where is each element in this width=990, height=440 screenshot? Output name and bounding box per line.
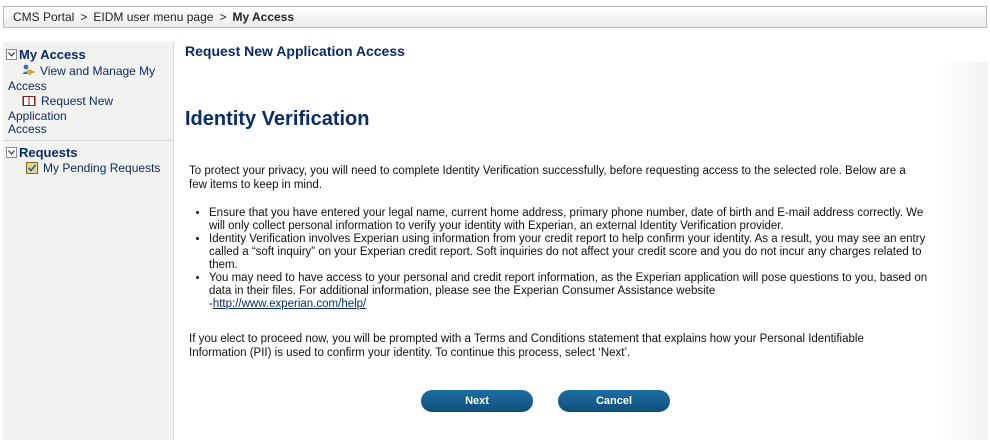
cancel-button[interactable]: Cancel	[558, 390, 670, 412]
breadcrumb: CMS Portal > EIDM user menu page > My Access	[3, 6, 987, 28]
breadcrumb-link-eidm-menu[interactable]: EIDM user menu page	[93, 10, 213, 24]
sidebar-section-requests[interactable]: Requests	[6, 144, 170, 160]
sidebar-section-title: My Access	[19, 46, 86, 62]
list-item: Identity Verification involves Experian …	[209, 233, 937, 272]
list-item-text: You may need to have access to your pers…	[209, 272, 928, 297]
sidebar-item-label: View and Manage My	[40, 64, 156, 78]
book-icon	[22, 95, 36, 110]
sidebar-item-pending-requests[interactable]: My Pending Requests	[8, 162, 169, 177]
page-title: Request New Application Access	[185, 43, 405, 59]
sidebar-item-label: Access	[8, 122, 47, 136]
next-button[interactable]: Next	[421, 390, 533, 412]
breadcrumb-link-cms-portal[interactable]: CMS Portal	[13, 10, 74, 24]
sidebar-section-title: Requests	[19, 144, 78, 160]
list-item: Ensure that you have entered your legal …	[209, 207, 937, 233]
chevron-down-icon[interactable]	[6, 146, 17, 158]
section-heading: Identity Verification	[185, 108, 370, 130]
user-key-icon	[22, 64, 35, 80]
breadcrumb-separator: >	[80, 10, 88, 24]
list-item: You may need to have access to your pers…	[209, 272, 937, 311]
chevron-down-icon[interactable]	[6, 48, 17, 60]
sidebar-item-label: My Pending Requests	[43, 161, 161, 175]
intro-text: To protect your privacy, you will need t…	[189, 165, 906, 191]
outro-text: If you elect to proceed now, you will be…	[189, 333, 864, 359]
sidebar-divider	[3, 140, 173, 141]
experian-help-link[interactable]: http://www.experian.com/help/	[213, 298, 366, 310]
sidebar-item-request-new-access[interactable]: Request New Application Access	[8, 95, 169, 136]
sidebar: My Access View and Manage My Access Requ…	[3, 42, 174, 440]
sidebar-section-my-access[interactable]: My Access	[6, 46, 170, 62]
pending-checklist-icon	[26, 162, 38, 177]
breadcrumb-separator: >	[219, 10, 227, 24]
sidebar-item-label: Access	[8, 79, 47, 93]
sidebar-item-view-manage-access[interactable]: View and Manage My Access	[8, 64, 169, 93]
breadcrumb-current: My Access	[232, 10, 295, 24]
info-list: Ensure that you have entered your legal …	[189, 207, 937, 311]
